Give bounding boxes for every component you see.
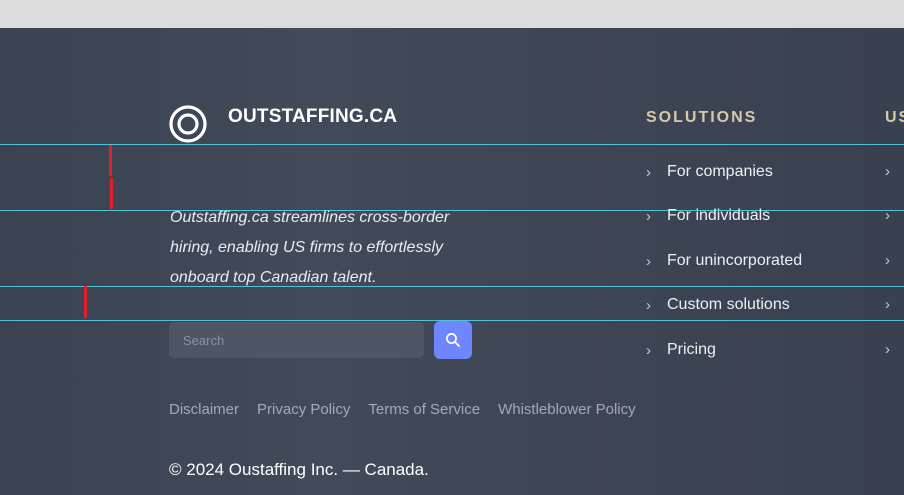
browser-top-bar xyxy=(0,0,904,28)
menu-item-for-individuals[interactable]: › For individuals xyxy=(646,207,770,225)
chevron-right-icon[interactable]: › xyxy=(885,296,890,313)
brand-name[interactable]: OUTSTAFFING.CA xyxy=(228,106,397,128)
menu-item-label: For unincorporated xyxy=(667,252,803,269)
menu-item-custom-solutions[interactable]: › Custom solutions xyxy=(646,296,790,314)
footer-tagline: Outstaffing.ca streamlines cross-border … xyxy=(170,209,450,286)
ring-logo-icon[interactable] xyxy=(169,105,207,143)
disclaimer-link[interactable]: Disclaimer xyxy=(169,401,239,418)
chevron-right-icon: › xyxy=(646,207,651,225)
chevron-right-icon: › xyxy=(646,252,651,270)
search-icon xyxy=(446,333,460,347)
chevron-right-icon[interactable]: › xyxy=(885,252,890,269)
site-footer: OUTSTAFFING.CA Outstaffing.ca streamline… xyxy=(0,28,904,495)
menu-item-for-unincorporated[interactable]: › For unincorporated xyxy=(646,252,802,270)
red-marker xyxy=(109,145,112,176)
menu-item-label: Custom solutions xyxy=(667,296,790,313)
next-column-heading: US xyxy=(885,109,904,126)
menu-item-pricing[interactable]: › Pricing xyxy=(646,341,716,359)
whistleblower-policy-link[interactable]: Whistleblower Policy xyxy=(498,401,636,418)
chevron-right-icon: › xyxy=(646,163,651,181)
chevron-right-icon[interactable]: › xyxy=(885,341,890,358)
menu-item-label: Pricing xyxy=(667,341,716,358)
privacy-policy-link[interactable]: Privacy Policy xyxy=(257,401,350,418)
solutions-heading: SOLUTIONS xyxy=(646,109,758,126)
chevron-right-icon: › xyxy=(646,341,651,359)
copyright-text: © 2024 Oustaffing Inc. — Canada. xyxy=(169,460,429,479)
chevron-right-icon[interactable]: › xyxy=(885,163,890,180)
search-button[interactable] xyxy=(434,321,472,359)
red-marker xyxy=(110,178,113,209)
terms-of-service-link[interactable]: Terms of Service xyxy=(368,401,480,418)
search-input[interactable] xyxy=(169,322,424,358)
menu-item-label: For companies xyxy=(667,163,773,180)
menu-item-label: For individuals xyxy=(667,207,771,224)
red-marker xyxy=(84,286,87,318)
chevron-right-icon[interactable]: › xyxy=(885,207,890,224)
guide-line xyxy=(0,144,904,145)
chevron-right-icon: › xyxy=(646,296,651,314)
legal-links: Disclaimer Privacy Policy Terms of Servi… xyxy=(169,401,636,418)
menu-item-for-companies[interactable]: › For companies xyxy=(646,163,773,181)
